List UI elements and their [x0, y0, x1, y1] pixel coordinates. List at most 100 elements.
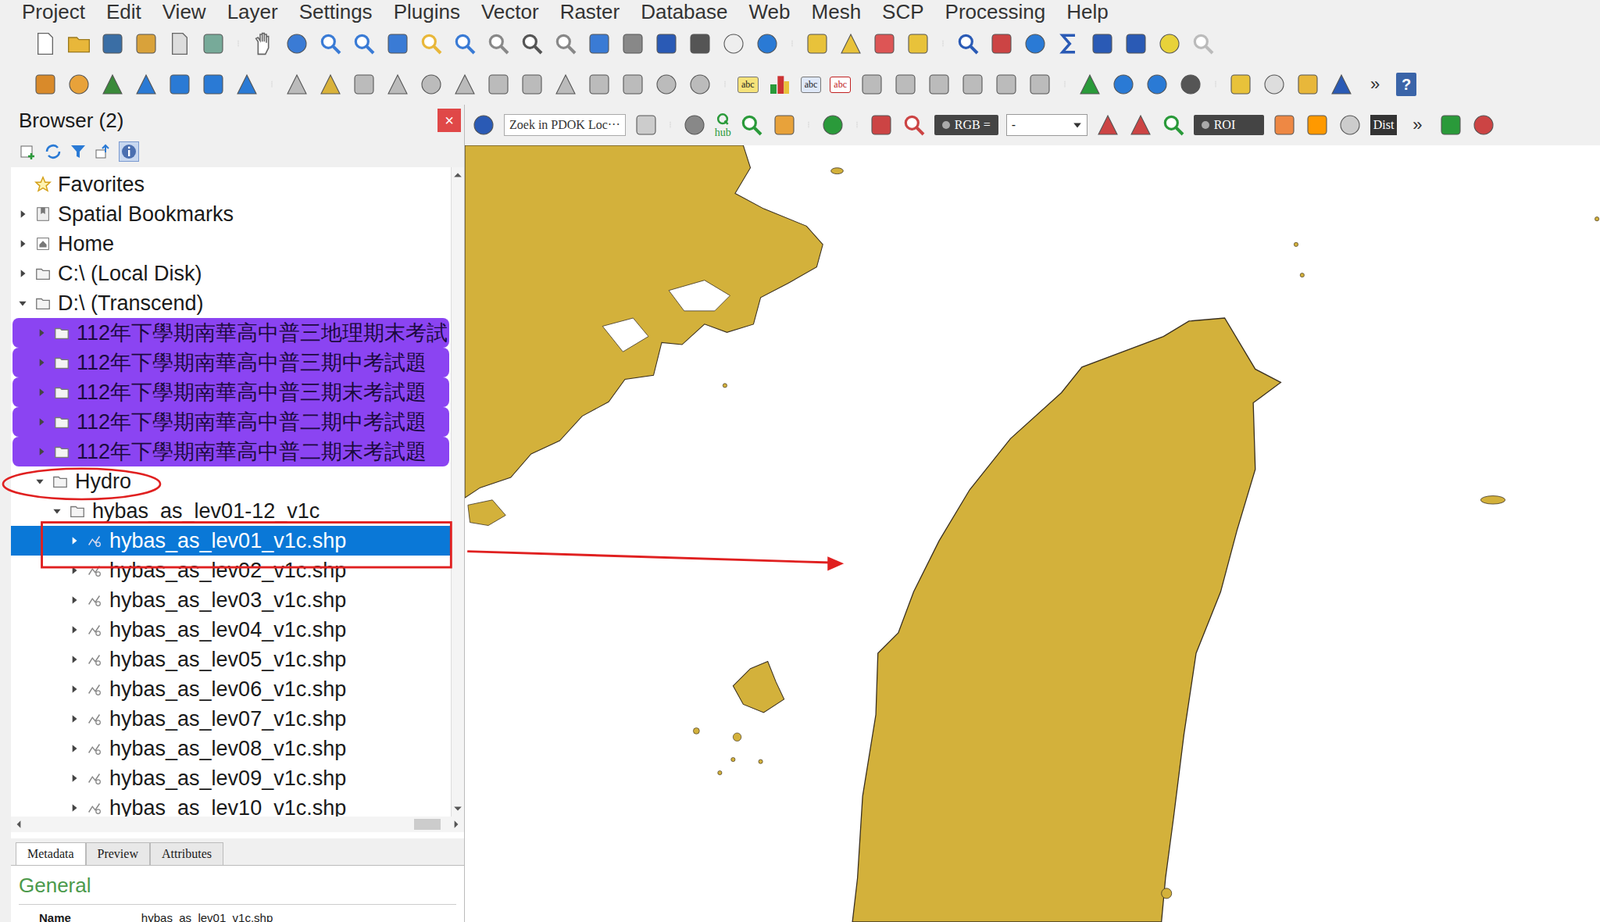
share-icon[interactable] — [820, 112, 846, 138]
new-gpkg-icon[interactable] — [66, 71, 92, 97]
menu-item[interactable]: Project — [21, 0, 86, 23]
tree-item[interactable]: Favorites — [10, 169, 451, 200]
expand-arrow-icon[interactable] — [17, 178, 29, 190]
undo-icon[interactable] — [653, 71, 679, 97]
scroll-left-icon[interactable] — [14, 819, 24, 829]
extra-2-icon[interactable] — [1471, 112, 1497, 138]
expand-arrow-icon[interactable] — [68, 594, 80, 606]
tree-item[interactable]: Home — [10, 228, 451, 259]
tree-item[interactable]: 112年下學期南華高中普三地理期末考試 — [12, 317, 450, 348]
menu-item[interactable]: View — [162, 0, 207, 23]
copy-icon[interactable] — [586, 71, 612, 97]
scroll-right-icon[interactable] — [451, 819, 461, 829]
trace-icon[interactable] — [133, 71, 159, 97]
add-layer-icon[interactable] — [18, 142, 38, 161]
toolbar-overflow[interactable]: » — [1362, 74, 1388, 95]
tree-item[interactable]: 112年下學期南華高中普三期末考試題 — [12, 377, 450, 408]
zoom-last-icon[interactable] — [519, 31, 545, 57]
tree-item[interactable]: hybas_as_lev04_v1c.shp — [10, 614, 451, 645]
help-button[interactable]: ? — [1396, 72, 1417, 97]
info-tab[interactable]: Metadata — [15, 842, 86, 865]
tree-item[interactable]: hybas_as_lev08_v1c.shp — [10, 733, 451, 764]
delete-icon[interactable] — [519, 71, 545, 97]
expand-arrow-icon[interactable] — [34, 475, 46, 487]
layout-icon[interactable] — [1295, 71, 1321, 97]
vector-new-icon[interactable] — [234, 71, 260, 97]
expand-arrow-icon[interactable] — [68, 564, 80, 576]
style-icon[interactable] — [200, 31, 226, 57]
expand-arrow-icon[interactable] — [17, 208, 29, 220]
gear-icon[interactable] — [682, 112, 708, 138]
clear-icon[interactable] — [633, 112, 659, 138]
label-remove-icon[interactable]: abc — [829, 76, 851, 93]
refresh-icon[interactable] — [43, 142, 63, 161]
new-map-icon[interactable] — [586, 31, 612, 57]
tree-item[interactable]: Spatial Bookmarks — [10, 199, 451, 229]
clock-icon[interactable] — [721, 31, 747, 57]
scp-3-icon[interactable] — [1160, 112, 1186, 138]
menu-item[interactable]: Mesh — [811, 0, 862, 23]
expand-arrow-icon[interactable] — [68, 713, 80, 725]
edit-attr-icon[interactable] — [485, 71, 511, 97]
print-icon[interactable] — [167, 31, 193, 57]
roi-toggle[interactable]: ROI — [1193, 114, 1265, 136]
tree-item[interactable]: hybas_as_lev05_v1c.shp — [10, 644, 451, 675]
digitize-icon[interactable] — [100, 71, 125, 97]
rotate-label-icon[interactable] — [993, 71, 1019, 97]
statistics-icon[interactable] — [1056, 31, 1082, 57]
zoom-full-icon[interactable] — [385, 31, 411, 57]
expand-arrow-icon[interactable] — [51, 505, 63, 517]
save-as-icon[interactable] — [133, 31, 159, 57]
menu-item[interactable]: Processing — [945, 0, 1047, 23]
pencil-icon[interactable] — [317, 71, 343, 97]
info-tab[interactable]: Preview — [85, 842, 150, 865]
measure-icon[interactable] — [1123, 31, 1149, 57]
draw-icon[interactable] — [771, 112, 797, 138]
toolbar-overflow[interactable]: » — [1404, 114, 1430, 136]
expand-arrow-icon[interactable] — [17, 297, 29, 309]
expand-arrow-icon[interactable] — [17, 238, 29, 250]
redo-icon[interactable] — [687, 71, 713, 97]
menu-item[interactable]: Web — [749, 0, 791, 23]
tree-item[interactable]: Hydro — [10, 466, 451, 497]
tree-item[interactable]: hybas_as_lev07_v1c.shp — [10, 703, 451, 734]
scp-1-icon[interactable] — [1095, 112, 1121, 138]
field-calc-icon[interactable] — [1089, 31, 1115, 57]
label-icon[interactable]: abc — [737, 76, 759, 93]
select-polygon-icon[interactable] — [838, 31, 864, 57]
horizontal-scrollbar[interactable] — [10, 816, 465, 833]
expand-arrow-icon[interactable] — [35, 416, 47, 428]
menu-item[interactable]: Plugins — [393, 0, 461, 23]
add-feature-icon[interactable] — [385, 71, 411, 97]
expand-arrow-icon[interactable] — [68, 535, 80, 547]
scp-zoom-icon[interactable] — [901, 112, 927, 138]
shell-icon[interactable] — [1261, 71, 1287, 97]
scp-5-icon[interactable] — [1304, 112, 1330, 138]
pan-selection-icon[interactable] — [284, 31, 310, 57]
save-edits-icon[interactable] — [351, 71, 377, 97]
move-feature-icon[interactable] — [418, 71, 444, 97]
new-3d-icon[interactable] — [620, 31, 646, 57]
scp-2-icon[interactable] — [1128, 112, 1154, 138]
edit-icon[interactable] — [284, 71, 310, 97]
label-pin-icon[interactable]: abc — [800, 76, 822, 93]
expand-arrow-icon[interactable] — [68, 742, 80, 754]
tree-item[interactable]: hybas_as_lev03_v1c.shp — [10, 585, 451, 615]
rgb-toggle[interactable]: RGB = — [934, 114, 999, 136]
globe-icon[interactable] — [1110, 71, 1136, 97]
tree-item[interactable]: hybas_as_lev02_v1c.shp — [10, 555, 451, 586]
menu-item[interactable]: Layer — [227, 0, 279, 23]
python-icon[interactable] — [1228, 71, 1254, 97]
map-canvas[interactable] — [464, 145, 1600, 922]
dist-button[interactable]: Dist — [1370, 114, 1398, 136]
select-icon[interactable] — [804, 31, 830, 57]
scroll-thumb[interactable] — [414, 818, 441, 830]
pin2-icon[interactable] — [892, 71, 918, 97]
tree-item[interactable]: 112年下學期南華高中普二期末考試題 — [12, 436, 450, 467]
expand-arrow-icon[interactable] — [35, 357, 47, 368]
qms-icon[interactable] — [739, 112, 765, 138]
pan-icon[interactable] — [250, 31, 276, 57]
zoom-selection-icon[interactable] — [418, 31, 444, 57]
open-icon[interactable] — [66, 31, 92, 57]
refresh-icon[interactable] — [754, 31, 780, 57]
